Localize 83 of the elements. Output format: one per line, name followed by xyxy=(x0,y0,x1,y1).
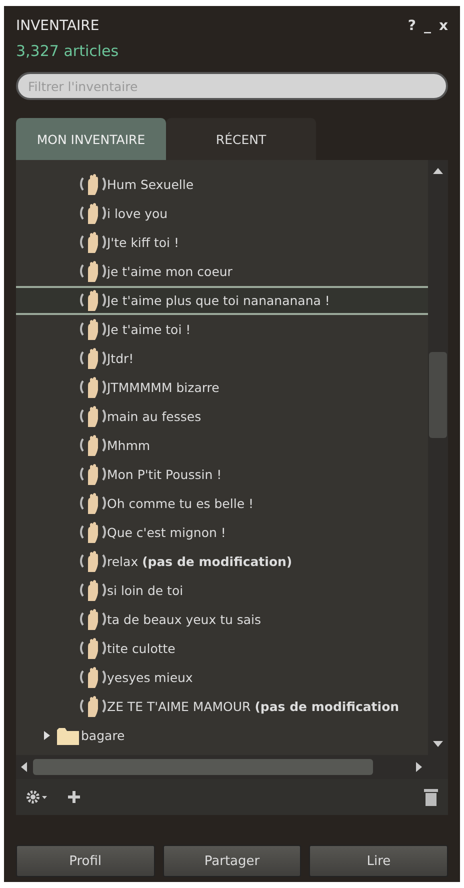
gesture-icon xyxy=(80,260,106,284)
item-label: J'te kiff toi ! xyxy=(107,235,179,250)
tab[interactable]: MON INVENTAIRE xyxy=(16,118,166,160)
inventory-item[interactable]: bagare xyxy=(16,721,428,750)
inventory-item[interactable]: Mon P'tit Poussin ! xyxy=(16,460,428,489)
gesture-icon xyxy=(80,608,106,632)
scroll-up-icon[interactable] xyxy=(432,166,444,176)
gesture-icon xyxy=(80,550,106,574)
scrollbar-thumb[interactable] xyxy=(33,759,373,775)
item-label: Hum Sexuelle xyxy=(107,177,194,192)
item-label: i love you xyxy=(107,206,168,221)
gesture-icon xyxy=(80,346,106,370)
item-label: je t'aime mon coeur xyxy=(107,264,232,279)
item-label: ta de beaux yeux tu sais xyxy=(107,612,262,627)
item-label: tite culotte xyxy=(107,641,176,656)
gesture-icon xyxy=(80,230,106,254)
inventory-item[interactable]: Hum Sexuelle xyxy=(16,170,428,199)
inventory-item[interactable]: Oh comme tu es belle ! xyxy=(16,489,428,518)
inventory-item[interactable]: je t'aime mon coeur xyxy=(16,257,428,286)
inventory-item[interactable]: i love you xyxy=(16,199,428,228)
vertical-scrollbar[interactable] xyxy=(428,160,448,755)
item-label: relax (pas de modification) xyxy=(107,554,292,569)
inventory-item[interactable]: JTMMMMM bizarre xyxy=(16,373,428,402)
tab[interactable]: RÉCENT xyxy=(166,118,316,160)
inventory-item[interactable]: J'te kiff toi ! xyxy=(16,228,428,257)
inventory-item[interactable]: main au fesses xyxy=(16,402,428,431)
gesture-icon xyxy=(80,404,106,428)
inventory-item[interactable]: ZE TE T'AIME MAMOUR (pas de modification xyxy=(16,692,428,721)
gesture-icon xyxy=(80,318,106,342)
item-label: yesyes mieux xyxy=(107,670,193,685)
filter-field[interactable]: Filtrer l'inventaire xyxy=(16,72,448,100)
scroll-left-icon[interactable] xyxy=(19,761,29,773)
inventory-item[interactable]: Je t'aime plus que toi nanananana ! xyxy=(16,286,428,315)
trash-icon[interactable] xyxy=(424,788,438,806)
folder-icon xyxy=(56,726,80,746)
scroll-right-icon[interactable] xyxy=(414,761,424,773)
gesture-icon xyxy=(80,172,106,196)
inventory-item[interactable]: Je t'aime toi ! xyxy=(16,315,428,344)
item-label: Mon P'tit Poussin ! xyxy=(107,467,222,482)
inventory-item[interactable]: si loin de toi xyxy=(16,576,428,605)
gesture-icon xyxy=(80,434,106,458)
window-title: INVENTAIRE xyxy=(16,18,100,34)
share-button[interactable]: Partager xyxy=(162,845,302,877)
inventory-item[interactable]: Jtdr! xyxy=(16,344,428,373)
item-label: ZE TE T'AIME MAMOUR (pas de modification xyxy=(107,699,400,714)
item-label: JTMMMMM bizarre xyxy=(107,380,220,395)
horizontal-scrollbar[interactable] xyxy=(16,755,448,779)
item-count: 3,327 articles xyxy=(16,42,120,62)
settings-icon[interactable] xyxy=(26,790,48,804)
inventory-item[interactable]: Que c'est mignon ! xyxy=(16,518,428,547)
inventory-item[interactable]: relax (pas de modification) xyxy=(16,547,428,576)
item-label: Je t'aime toi ! xyxy=(107,322,191,337)
item-label: Mhmm xyxy=(107,438,150,453)
gesture-icon xyxy=(80,666,106,690)
gesture-icon xyxy=(80,520,106,544)
add-icon[interactable] xyxy=(68,791,80,803)
inventory-item[interactable]: ta de beaux yeux tu sais xyxy=(16,605,428,634)
item-label: Que c'est mignon ! xyxy=(107,525,226,540)
profile-button[interactable]: Profil xyxy=(16,845,155,877)
gesture-icon xyxy=(80,202,106,226)
inventory-item[interactable]: Mhmm xyxy=(16,431,428,460)
play-button[interactable]: Lire xyxy=(309,845,448,877)
close-button[interactable]: x xyxy=(438,18,448,34)
item-label: si loin de toi xyxy=(107,583,184,598)
minimize-button[interactable]: _ xyxy=(424,18,431,34)
help-button[interactable]: ? xyxy=(408,18,416,34)
item-label: Oh comme tu es belle ! xyxy=(107,496,254,511)
inventory-item[interactable]: yesyes mieux xyxy=(16,663,428,692)
gesture-icon xyxy=(80,492,106,516)
scroll-down-icon[interactable] xyxy=(432,739,444,749)
expand-arrow-icon[interactable] xyxy=(44,731,50,740)
item-label: Je t'aime plus que toi nanananana ! xyxy=(107,293,330,308)
gesture-icon xyxy=(80,636,106,660)
item-label: bagare xyxy=(81,728,125,743)
gesture-icon xyxy=(80,288,106,312)
item-label: main au fesses xyxy=(107,409,202,424)
gesture-icon xyxy=(80,694,106,718)
scrollbar-thumb[interactable] xyxy=(429,352,447,438)
item-label: Jtdr! xyxy=(107,351,134,366)
inventory-item[interactable]: tite culotte xyxy=(16,634,428,663)
gesture-icon xyxy=(80,376,106,400)
gesture-icon xyxy=(80,578,106,602)
gesture-icon xyxy=(80,462,106,486)
